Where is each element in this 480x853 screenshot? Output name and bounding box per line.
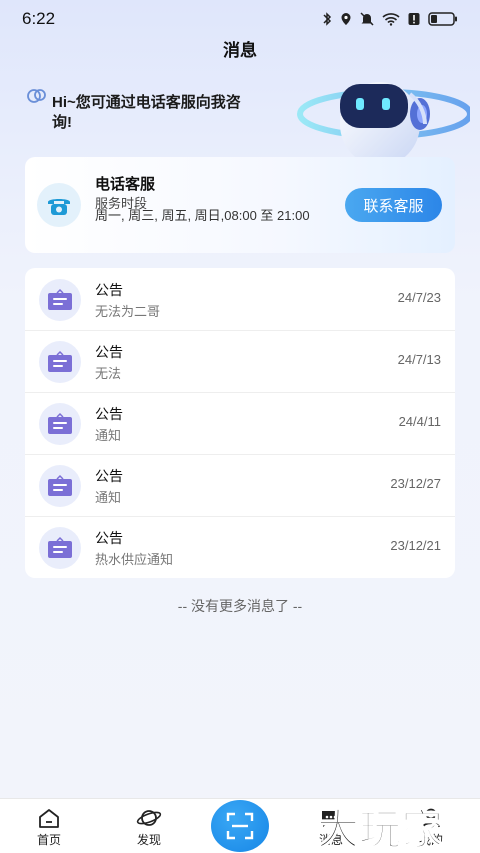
list-item[interactable]: 公告 通知 23/12/27	[25, 454, 455, 516]
notice-date: 23/12/21	[390, 538, 441, 553]
status-bar: 6:22	[0, 0, 480, 38]
tab-discover[interactable]: 发现	[114, 799, 184, 853]
notice-summary: 通知	[95, 490, 122, 505]
notice-summary: 通知	[95, 428, 122, 443]
notice-summary: 无法	[95, 366, 122, 381]
notice-date: 24/7/13	[397, 352, 441, 367]
announcement-board-icon	[39, 527, 81, 569]
announcement-board-icon	[39, 465, 81, 507]
notice-date: 24/7/23	[397, 290, 441, 305]
alert-icon	[408, 13, 420, 25]
scan-icon	[226, 812, 254, 840]
notice-title: 公告	[95, 530, 123, 546]
announcement-board-icon	[39, 341, 81, 383]
tab-home[interactable]: 首页	[14, 799, 84, 853]
notice-date: 24/4/11	[398, 414, 441, 429]
service-title: 电话客服	[95, 176, 156, 193]
battery-icon	[428, 12, 457, 26]
home-icon	[39, 809, 59, 828]
notice-list: 公告 无法为二哥 24/7/23 公告 无法 24/7/13 公告 通知 24/…	[25, 268, 455, 578]
planet-icon	[136, 810, 162, 826]
notice-title: 公告	[95, 282, 123, 298]
notice-title: 公告	[95, 406, 123, 422]
phone-service-card: 电话客服 服务时段 周一, 周三, 周五, 周日,08:00 至 21:00 联…	[25, 157, 455, 253]
hero-banner: Hi~您可通过电话客服向我咨询!	[0, 60, 480, 166]
status-icons	[322, 12, 458, 26]
wifi-icon	[382, 13, 400, 26]
notice-summary: 热水供应通知	[95, 552, 174, 567]
announcement-board-icon	[39, 403, 81, 445]
list-item[interactable]: 公告 通知 24/4/11	[25, 392, 455, 454]
mute-icon	[360, 12, 374, 26]
announcement-board-icon	[39, 279, 81, 321]
notice-summary: 无法为二哥	[95, 304, 161, 319]
list-item[interactable]: 公告 热水供应通知 23/12/21	[25, 516, 455, 578]
robot-mascot-icon	[297, 82, 470, 166]
watermark-text: 大玩家	[317, 805, 443, 852]
notice-title: 公告	[95, 468, 123, 484]
phone-icon	[37, 183, 81, 227]
scan-button[interactable]	[211, 800, 269, 852]
list-item[interactable]: 公告 无法为二哥 24/7/23	[25, 268, 455, 330]
notice-date: 23/12/27	[390, 476, 441, 491]
notice-title: 公告	[95, 344, 123, 360]
chat-bubble-icon	[27, 89, 46, 103]
service-hours: 周一, 周三, 周五, 周日,08:00 至 21:00	[95, 208, 310, 223]
no-more-messages: -- 没有更多消息了 --	[177, 598, 303, 614]
greeting-text: Hi~您可通过电话客服向我咨询!	[52, 94, 241, 131]
contact-service-button[interactable]: 联系客服	[345, 188, 442, 222]
tab-discover-label: 发现	[136, 833, 161, 847]
location-icon	[341, 13, 351, 25]
tab-home-label: 首页	[36, 833, 61, 847]
status-time: 6:22	[22, 9, 56, 28]
list-item[interactable]: 公告 无法 24/7/13	[25, 330, 455, 392]
watermark-logo: 大玩家	[316, 804, 444, 852]
bluetooth-icon	[323, 12, 332, 26]
